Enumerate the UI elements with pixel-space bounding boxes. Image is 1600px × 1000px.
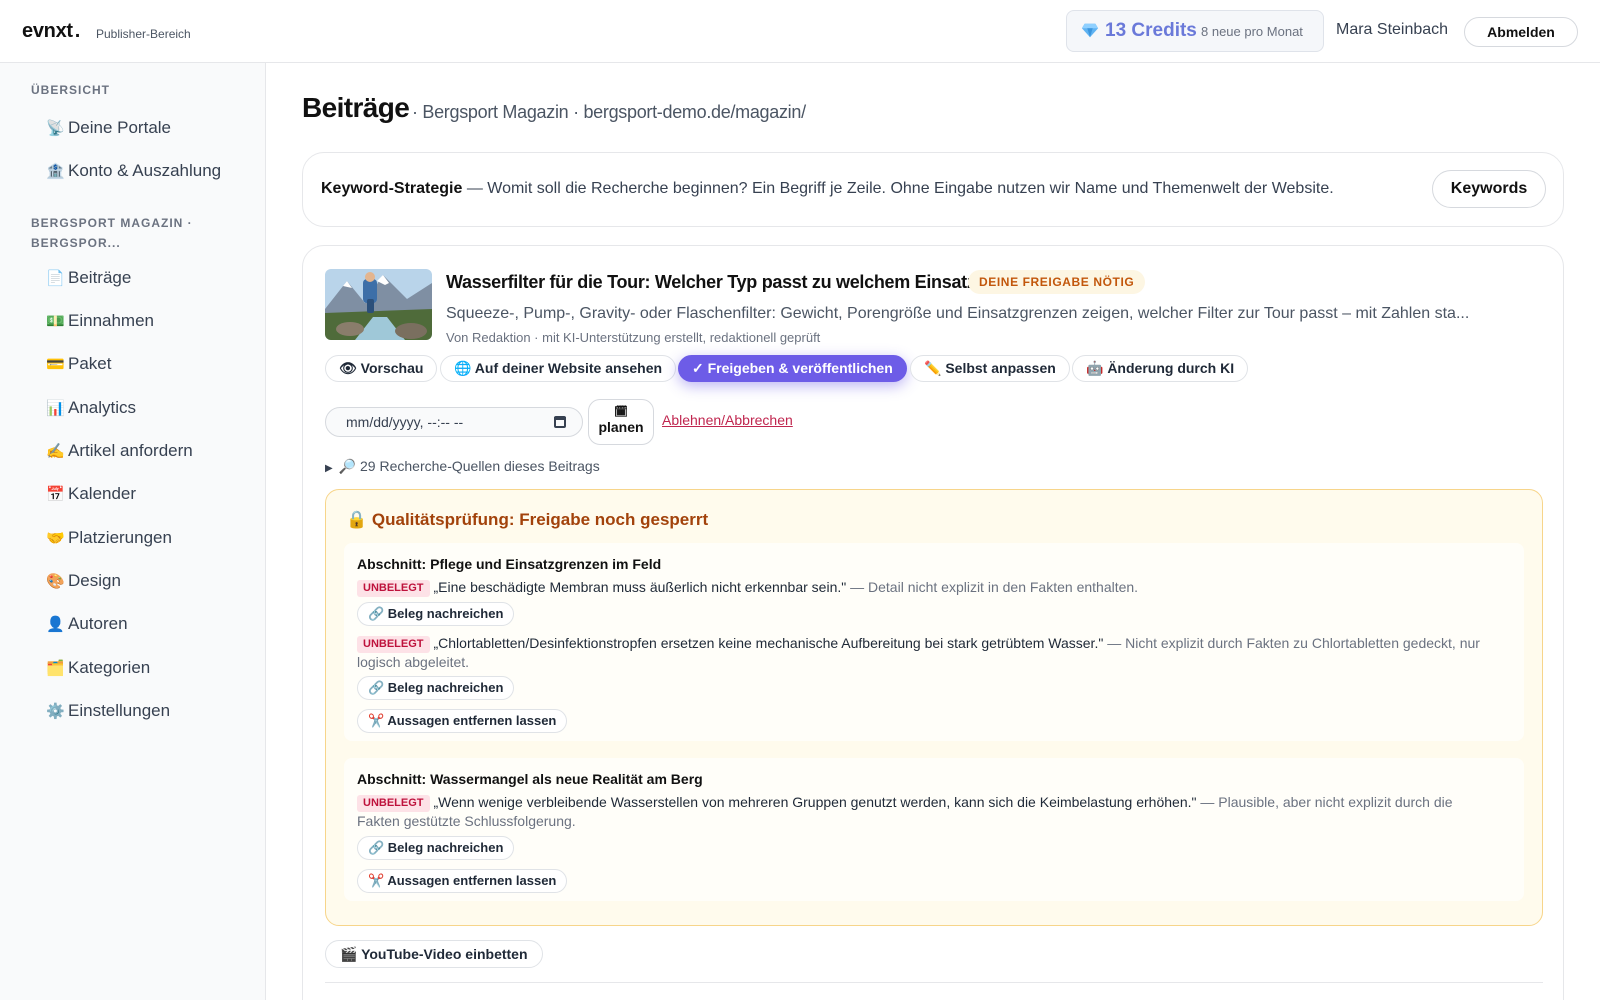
page-subtitle: · Bergsport Magazin · bergsport-demo.de/… — [412, 102, 806, 122]
approve-publish-button[interactable]: ✓ Freigeben & veröffentlichen — [678, 355, 907, 382]
logo[interactable]: evnxt. — [22, 20, 80, 43]
qa-section: Abschnitt: Wassermangel als neue Realitä… — [344, 758, 1524, 901]
sidebar-heading-overview: ÜBERSICHT — [31, 83, 111, 97]
sidebar-item-placements[interactable]: 🤝 Platzierungen — [46, 523, 172, 553]
sidebar-item-package[interactable]: 💳 Paket — [46, 349, 111, 379]
add-evidence-button[interactable]: 🔗 Beleg nachreichen — [357, 602, 515, 626]
user-name: Mara Steinbach — [1336, 21, 1449, 38]
schedule-datetime-input[interactable]: mm/dd/yyyy, --:-- -- — [325, 407, 583, 437]
unverified-claim: UNBELEGT „Wenn wenige verbleibende Wasser… — [357, 794, 1453, 829]
gear-icon: ⚙️ — [46, 703, 65, 720]
keyword-strategy-panel: Keyword-Strategie — Womit soll die Reche… — [302, 152, 1564, 227]
reject-cancel-link[interactable]: Ablehnen/Abbrechen — [662, 412, 793, 428]
qa-section: Abschnitt: Pflege und Einsatzgrenzen im … — [344, 543, 1524, 741]
post-meta: Von Redaktion · mit KI-Unterstützung ers… — [446, 330, 821, 345]
embed-youtube-button[interactable]: 🎬 YouTube-Video einbetten — [325, 940, 543, 968]
unverified-tag: UNBELEGT — [357, 580, 430, 597]
logout-button[interactable]: Abmelden — [1464, 17, 1578, 47]
qa-section-title: Abschnitt: Wassermangel als neue Realitä… — [357, 771, 703, 787]
satellite-icon: 📡 — [46, 120, 65, 137]
credits-subtext: 8 neue pro Monat — [1201, 24, 1303, 39]
sidebar-item-analytics[interactable]: 📊 Analytics — [46, 393, 136, 423]
unverified-tag: UNBELEGT — [357, 636, 430, 653]
logo-subtitle: Publisher-Bereich — [96, 27, 191, 41]
calendar-icon: 🗓 — [614, 406, 628, 418]
top-header: evnxt. Publisher-Bereich 13 Credits 8 ne… — [0, 0, 1600, 63]
sidebar-item-posts[interactable]: 📄 Beiträge — [46, 263, 131, 293]
divider — [325, 982, 1543, 983]
money-icon: 💵 — [46, 313, 65, 330]
sidebar-item-request-article[interactable]: ✍️ Artikel anfordern — [46, 436, 193, 466]
post-excerpt: Squeeze-, Pump-, Gravity- oder Flaschenf… — [446, 305, 1470, 322]
remove-claims-button[interactable]: ✂️ Aussagen entfernen lassen — [357, 709, 568, 733]
unverified-claim: UNBELEGT „Eine beschädigte Membran muss ä… — [357, 578, 1497, 597]
add-evidence-button[interactable]: 🔗 Beleg nachreichen — [357, 676, 515, 700]
sidebar-item-portals[interactable]: 📡 Deine Portale — [46, 113, 171, 143]
sidebar-item-calendar[interactable]: 📅 Kalender — [46, 479, 136, 509]
research-sources-toggle[interactable]: ▶ 🔎 29 Recherche-Quellen dieses Beitrags — [325, 458, 600, 475]
qa-section-title: Abschnitt: Pflege und Einsatzgrenzen im … — [357, 556, 662, 572]
bar-chart-icon: 📊 — [46, 400, 65, 417]
schedule-button[interactable]: 🗓 planen — [588, 399, 654, 445]
credit-card-icon: 💳 — [46, 356, 65, 373]
preview-button[interactable]: 👁 Vorschau — [325, 355, 438, 382]
post-card: Wasserfilter für die Tour: Welcher Typ p… — [302, 245, 1564, 1000]
edit-yourself-button[interactable]: ✏️ Selbst anpassen — [910, 355, 1070, 382]
page-title: Beiträge — [302, 92, 410, 123]
approval-required-badge: DEINE FREIGABE NÖTIG — [968, 270, 1146, 294]
page-icon: 📄 — [46, 270, 65, 287]
mountain-stream-image — [325, 269, 432, 340]
calendar-icon: 📅 — [46, 486, 65, 503]
sidebar-item-authors[interactable]: 👤 Autoren — [46, 609, 128, 639]
remove-claims-button[interactable]: ✂️ Aussagen entfernen lassen — [357, 869, 568, 893]
disclosure-triangle-icon: ▶ — [325, 463, 333, 474]
credits-badge[interactable]: 13 Credits 8 neue pro Monat — [1066, 10, 1324, 52]
folder-icon: 🗂️ — [46, 660, 65, 677]
sidebar: ÜBERSICHT 📡 Deine Portale 🏦 Konto & Auszah… — [0, 63, 266, 1000]
user-icon: 👤 — [46, 616, 65, 633]
unverified-tag: UNBELEGT — [357, 795, 430, 812]
post-title[interactable]: Wasserfilter für die Tour: Welcher Typ p… — [446, 272, 987, 293]
sidebar-heading-site: BERGSPORT MAGAZIN · BERGSPOR... — [31, 216, 193, 250]
keywords-button[interactable]: Keywords — [1432, 170, 1546, 208]
add-evidence-button[interactable]: 🔗 Beleg nachreichen — [357, 836, 515, 860]
handshake-icon: 🤝 — [46, 530, 65, 547]
ai-change-button[interactable]: 🤖 Änderung durch KI — [1072, 355, 1249, 382]
gem-icon — [1081, 23, 1099, 38]
credits-value: 13 Credits — [1105, 20, 1197, 41]
sidebar-item-design[interactable]: 🎨 Design — [46, 566, 121, 596]
sidebar-item-settings[interactable]: ⚙️ Einstellungen — [46, 696, 170, 726]
post-thumbnail[interactable] — [325, 269, 432, 340]
view-on-website-button[interactable]: 🌐 Auf deiner Website ansehen — [440, 355, 677, 382]
unverified-claim: UNBELEGT „Chlortabletten/Desinfektionstro… — [357, 635, 1480, 670]
sidebar-item-account[interactable]: 🏦 Konto & Auszahlung — [46, 156, 221, 186]
bank-icon: 🏦 — [46, 163, 65, 180]
keyword-strategy-text: Keyword-Strategie — Womit soll die Reche… — [321, 180, 1334, 197]
writing-hand-icon: ✍️ — [46, 443, 65, 460]
palette-icon: 🎨 — [46, 573, 65, 590]
calendar-picker-icon[interactable] — [554, 416, 566, 428]
quality-check-panel: 🔒 Qualitätsprüfung: Freigabe noch gesper… — [325, 489, 1543, 926]
sidebar-item-categories[interactable]: 🗂️ Kategorien — [46, 653, 150, 683]
quality-check-title: 🔒 Qualitätsprüfung: Freigabe noch gesper… — [346, 510, 709, 529]
sidebar-item-revenue[interactable]: 💵 Einnahmen — [46, 306, 154, 336]
